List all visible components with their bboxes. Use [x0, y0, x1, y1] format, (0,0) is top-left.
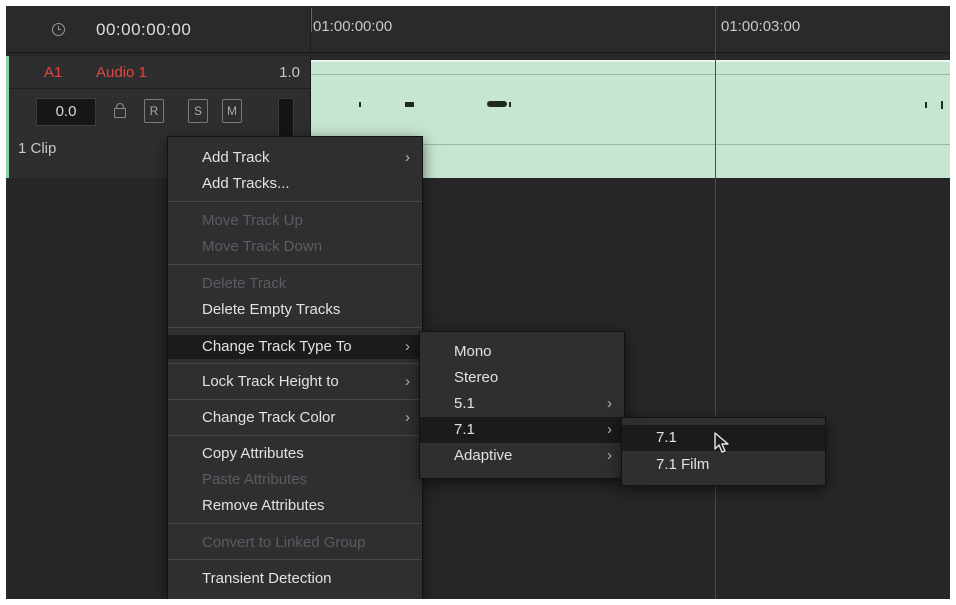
submenu-item-mono[interactable]: Mono: [420, 339, 624, 365]
menu-item-remove-attributes[interactable]: Remove Attributes: [168, 494, 422, 518]
chevron-right-icon: ›: [405, 409, 410, 426]
track-context-menu: Add Track › Add Tracks... Move Track Up M…: [167, 136, 423, 599]
waveform-peak: [487, 101, 507, 107]
chevron-right-icon: ›: [405, 373, 410, 390]
menu-item-copy-attributes[interactable]: Copy Attributes: [168, 442, 422, 466]
menu-separator: [168, 523, 422, 524]
menu-separator: [168, 435, 422, 436]
menu-item-lock-track-height[interactable]: Lock Track Height to ›: [168, 370, 422, 394]
ruler-tick: [311, 8, 312, 32]
menu-separator: [168, 264, 422, 265]
chevron-right-icon: ›: [405, 149, 410, 166]
submenu-item-7-1-film[interactable]: 7.1 Film: [622, 452, 825, 478]
track-color-strip: [6, 56, 9, 178]
track-name[interactable]: Audio 1: [96, 64, 147, 81]
mute-button[interactable]: M: [222, 99, 242, 123]
waveform-peak: [941, 101, 943, 109]
clip-count: 1 Clip: [18, 140, 57, 157]
waveform-peak: [405, 102, 414, 107]
menu-item-delete-track: Delete Track: [202, 275, 287, 292]
timecode-display[interactable]: 00:00:00:00: [96, 20, 191, 40]
submenu-item-adaptive[interactable]: Adaptive ›: [420, 443, 624, 469]
submenu-item-stereo[interactable]: Stereo: [420, 365, 624, 391]
submenu-item-7-1[interactable]: 7.1 ›: [420, 417, 624, 443]
menu-separator: [168, 559, 422, 560]
menu-item-change-track-color[interactable]: Change Track Color ›: [168, 406, 422, 430]
solo-button[interactable]: S: [188, 99, 208, 123]
menu-item-change-track-type[interactable]: Change Track Type To ›: [168, 335, 422, 359]
menu-item-move-track-up: Move Track Up: [202, 212, 303, 229]
ruler-label-3s: 01:00:03:00: [721, 18, 801, 35]
divider: [9, 88, 310, 89]
waveform-peak: [509, 102, 511, 107]
track-volume-field[interactable]: 0.0: [36, 98, 96, 126]
seven-one-submenu: 7.1 7.1 Film: [621, 417, 826, 486]
record-button[interactable]: R: [144, 99, 164, 123]
menu-separator: [168, 327, 422, 328]
menu-separator: [168, 399, 422, 400]
menu-item-convert-linked-group: Convert to Linked Group: [202, 534, 366, 551]
menu-separator: [168, 201, 422, 202]
clock-icon: [52, 23, 65, 36]
clip-line: [311, 74, 950, 75]
menu-item-add-tracks[interactable]: Add Tracks...: [168, 172, 422, 196]
submenu-item-5-1[interactable]: 5.1 ›: [420, 391, 624, 417]
chevron-right-icon: ›: [607, 395, 612, 412]
waveform-peak: [925, 102, 927, 108]
chevron-right-icon: ›: [405, 338, 410, 355]
menu-item-add-track[interactable]: Add Track ›: [168, 146, 422, 170]
menu-item-move-track-down: Move Track Down: [202, 238, 323, 255]
menu-separator: [168, 363, 422, 364]
ruler-label-start: 01:00:00:00: [313, 18, 393, 35]
chevron-right-icon: ›: [607, 421, 612, 438]
menu-item-transient-detection[interactable]: Transient Detection: [168, 567, 422, 591]
mouse-pointer-icon: [714, 432, 729, 453]
chevron-right-icon: ›: [607, 447, 612, 464]
timeline-marker-line: [715, 6, 716, 599]
track-id: A1: [44, 64, 63, 81]
timecode-header: 00:00:00:00: [6, 6, 311, 53]
track-type-submenu: Mono Stereo 5.1 › 7.1 › Adaptive ›: [419, 331, 625, 479]
menu-item-delete-empty-tracks[interactable]: Delete Empty Tracks: [168, 298, 422, 322]
timeline-window: 00:00:00:00 01:00:00:00 01:00:03:00 A1 A…: [6, 6, 950, 599]
waveform-peak: [359, 102, 361, 107]
timeline-ruler[interactable]: 01:00:00:00 01:00:03:00: [311, 6, 950, 53]
menu-item-paste-attributes: Paste Attributes: [202, 471, 308, 488]
track-type-value: 1.0: [279, 64, 300, 81]
lock-icon[interactable]: [114, 103, 126, 118]
